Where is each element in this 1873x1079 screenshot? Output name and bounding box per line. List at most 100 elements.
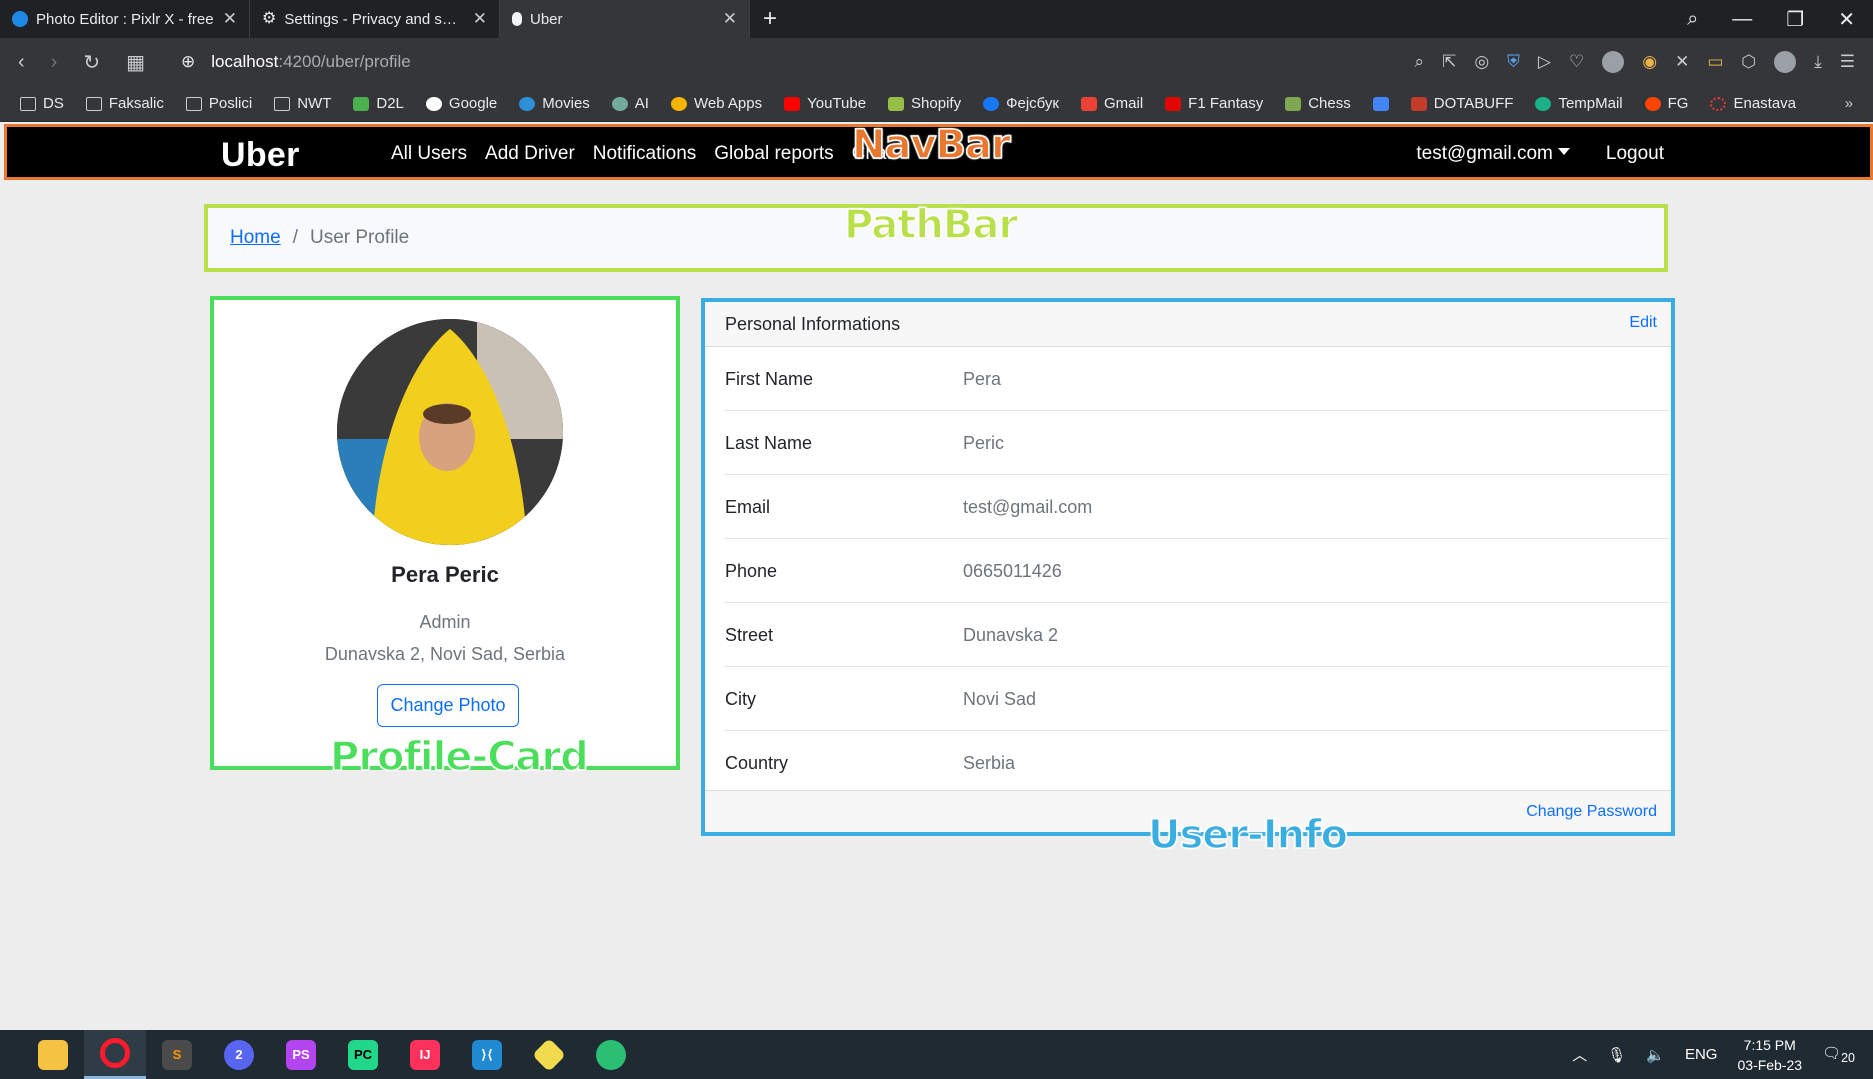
bookmark-item[interactable]: Movies [519,95,590,112]
tab-settings[interactable]: ⚙ Settings - Privacy and secu ✕ [250,0,500,38]
movies-icon [519,96,536,111]
nav-links: All Users Add Driver Notifications Globa… [391,143,892,165]
tab-pixlr[interactable]: Photo Editor : Pixlr X - free ✕ [0,0,250,38]
search-icon[interactable]: ⌕ [1415,52,1425,72]
bookmark-item[interactable]: Web Apps [670,95,762,112]
enastava-icon [1710,96,1727,111]
close-tab-icon[interactable]: ✕ [723,9,737,29]
forward-icon[interactable]: › [51,51,58,74]
bookmark-item[interactable]: Chess [1285,95,1351,112]
bookmark-item[interactable]: F1 Fantasy [1165,95,1263,112]
translate-icon [1372,96,1389,111]
bookmark-item[interactable]: NWT [274,95,331,112]
search-tabs-icon[interactable]: ⌕ [1687,8,1698,31]
taskbar-intellij[interactable]: IJ [394,1030,456,1079]
field-label: Country [725,753,789,773]
new-tab-button[interactable]: + [750,0,790,38]
volume-icon[interactable]: 🔈 [1646,1046,1665,1064]
download-icon[interactable]: ⤓ [1814,52,1822,72]
taskbar-file-explorer[interactable] [22,1030,84,1079]
bookmark-item[interactable]: FG [1644,95,1688,112]
change-password-link[interactable]: Change Password [1526,803,1657,821]
bookmark-item[interactable]: AI [611,95,649,112]
cube-icon[interactable]: ⬡ [1741,52,1756,72]
bookmark-item[interactable]: YouTube [784,95,866,112]
microphone-icon[interactable]: 🎙 [1607,1046,1626,1064]
bookmark-item[interactable]: Gmail [1081,95,1143,112]
nav-notifications[interactable]: Notifications [593,143,697,165]
field-value: Pera [963,369,1002,389]
adblock-icon[interactable] [1602,51,1625,73]
profile-role: Admin [419,612,471,632]
logout-link[interactable]: Logout [1606,143,1664,165]
field-label: Street [725,625,774,645]
url-field[interactable]: ⊕ localhost:4200/uber/profile [181,52,411,72]
change-photo-button[interactable]: Change Photo [377,684,519,727]
user-info-title: Personal Informations [725,314,901,334]
d2l-icon [353,96,370,111]
shopify-icon [888,96,905,111]
taskbar-edge[interactable] [580,1030,642,1079]
heart-icon[interactable]: ♡ [1569,52,1584,72]
tab-uber[interactable]: Uber ✕ [500,0,750,38]
bookmark-item[interactable]: DOTABUFF [1410,95,1513,112]
share-icon[interactable]: ⇱ [1442,52,1456,72]
bookmark-item[interactable]: Shopify [888,95,961,112]
bookmark-item[interactable]: TempMail [1535,95,1623,112]
bookmark-item[interactable]: Poslici [185,95,252,112]
pycharm-icon: PC [348,1039,378,1070]
chevron-up-icon[interactable]: ︿ [1572,1044,1587,1065]
brand-logo[interactable]: Uber [221,136,300,175]
taskbar-pycharm[interactable]: PC [332,1030,394,1079]
taskbar-phpstorm[interactable]: PS [270,1030,332,1079]
google-icon [425,96,442,111]
notifications-icon[interactable]: 🗨20 [1822,1044,1855,1065]
reload-icon[interactable]: ↻ [83,50,100,75]
nav-add-driver[interactable]: Add Driver [485,143,575,165]
chess-icon [1285,96,1302,111]
bookmark-item[interactable]: D2L [353,95,404,112]
profile-avatar-icon[interactable] [1774,51,1797,73]
minimize-icon[interactable]: — [1732,8,1752,31]
shield-icon[interactable]: ⛨ [1507,52,1520,72]
bookmark-item[interactable]: Google [425,95,497,112]
x-extension-icon[interactable]: ✕ [1675,52,1689,72]
send-icon[interactable]: ▷ [1538,52,1551,72]
taskbar-sublime[interactable]: S [146,1030,208,1079]
annotation-profile-card: Profile-Card [329,733,589,781]
tab-title: Uber [530,10,563,28]
edit-link[interactable]: Edit [1629,314,1657,332]
bookmark-item[interactable]: Enastava [1710,95,1796,112]
close-window-icon[interactable]: ✕ [1838,7,1855,32]
taskbar-opera[interactable] [84,1030,146,1079]
speed-dial-icon[interactable]: ▦ [126,50,145,75]
language-indicator[interactable]: ENG [1685,1046,1718,1063]
close-tab-icon[interactable]: ✕ [223,9,237,29]
opera-icon [100,1038,130,1068]
nav-all-users[interactable]: All Users [391,143,467,165]
user-info-header: Personal Informations Edit [705,302,1671,347]
bookmark-item[interactable]: Faksalic [85,95,164,112]
bookmark-item[interactable]: DS [20,95,64,112]
web-apps-icon [670,96,687,111]
nav-global-reports[interactable]: Global reports [714,143,833,165]
settings-sliders-icon[interactable]: ☰ [1840,52,1855,72]
gear-icon: ⚙ [262,10,277,27]
bookmark-item[interactable] [1372,96,1389,111]
taskbar-discord[interactable]: 2 [208,1030,270,1079]
back-icon[interactable]: ‹ [18,51,25,74]
close-tab-icon[interactable]: ✕ [473,9,487,29]
restore-icon[interactable]: ❐ [1786,7,1804,32]
taskbar-vscode[interactable]: ⟩⟨ [456,1030,518,1079]
dotabuff-icon [1410,96,1427,111]
breadcrumb-home[interactable]: Home [230,227,281,249]
camera-icon[interactable]: ◎ [1474,52,1489,72]
user-dropdown[interactable]: test@gmail.com [1416,143,1570,165]
taskbar-git[interactable] [518,1030,580,1079]
bookmark-item[interactable]: Фејсбук [983,95,1059,112]
color-wheel-icon[interactable]: ◉ [1642,52,1657,72]
clock[interactable]: 7:15 PM 03-Feb-23 [1737,1035,1802,1075]
annotation-navbar: NavBar [851,121,1011,169]
more-bookmarks-icon[interactable]: » [1845,95,1853,112]
wallet-icon[interactable]: ▭ [1707,52,1723,72]
